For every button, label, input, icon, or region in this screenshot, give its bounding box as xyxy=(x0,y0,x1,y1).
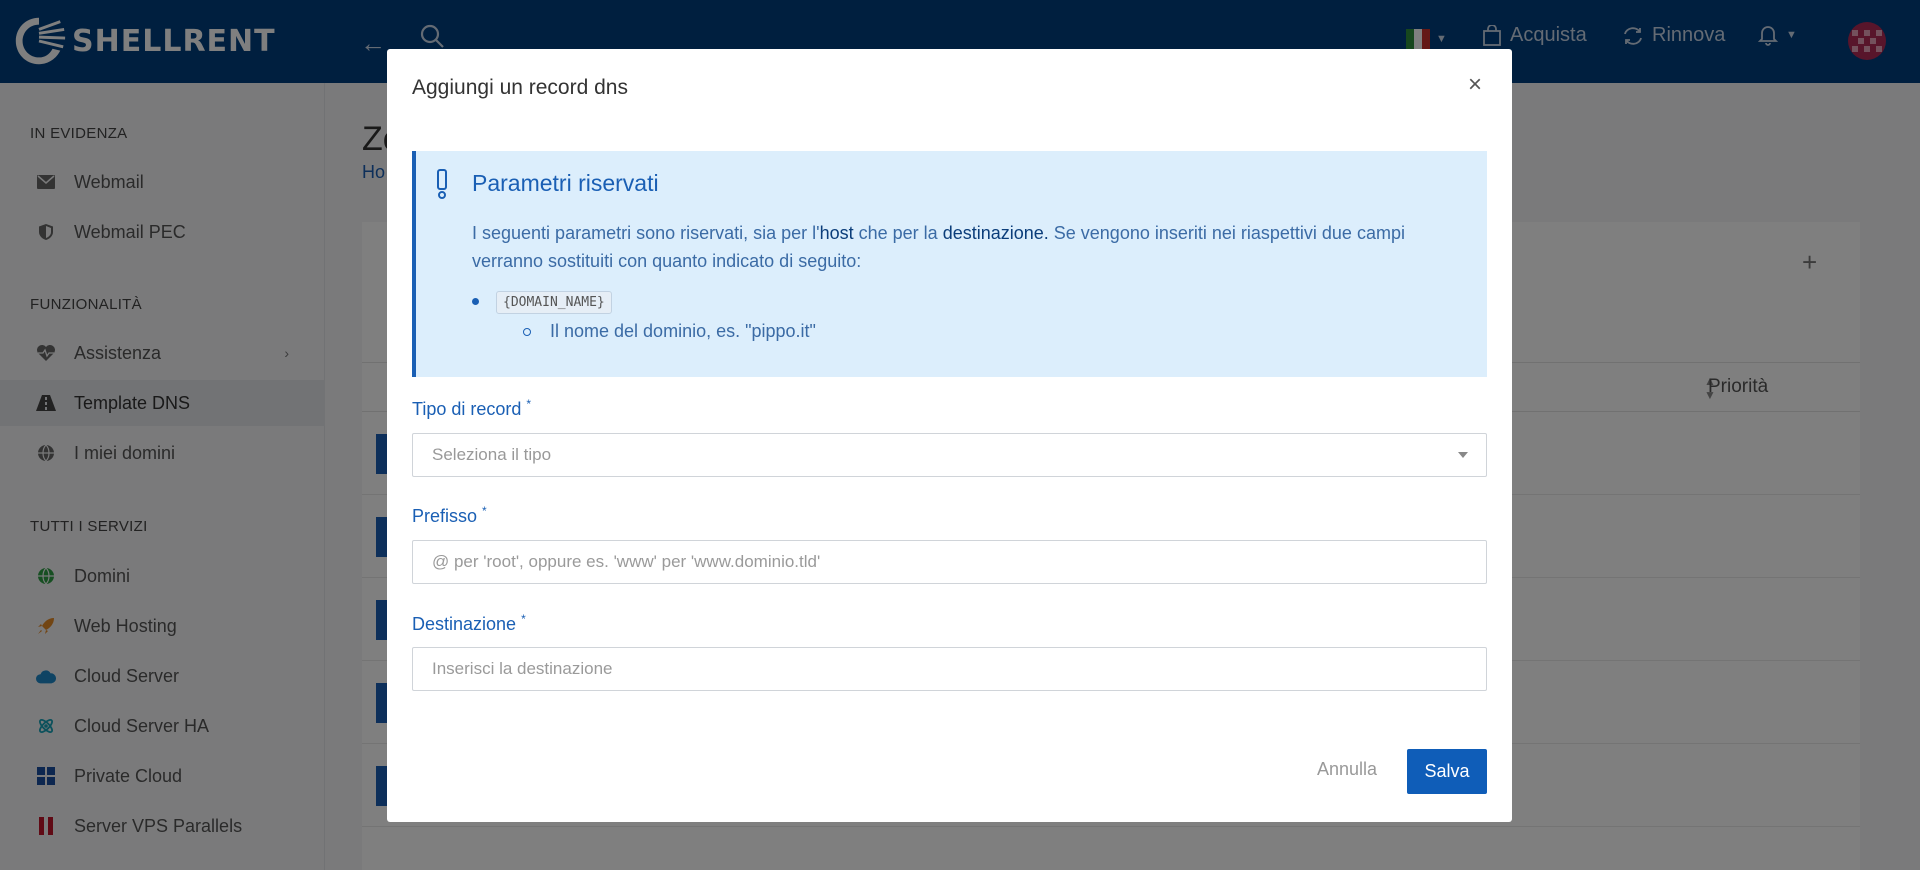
required-mark: * xyxy=(526,397,532,411)
reserved-param-description: Il nome del dominio, es. "pippo.it" xyxy=(550,321,816,341)
destination-field[interactable] xyxy=(412,647,1487,691)
destination-label: Destinazione * xyxy=(412,612,526,635)
alert-title: Parametri riservati xyxy=(472,170,659,196)
label-text: Destinazione xyxy=(412,614,517,634)
add-dns-record-modal: Aggiungi un record dns × Parametri riser… xyxy=(387,49,1512,822)
label-text: Tipo di record xyxy=(412,399,522,419)
caret-down-icon xyxy=(1458,452,1468,458)
record-type-placeholder: Seleziona il tipo xyxy=(432,445,552,464)
modal-title: Aggiungi un record dns xyxy=(412,76,628,99)
required-mark: * xyxy=(521,612,526,626)
required-mark: * xyxy=(482,504,487,518)
alert-text-destination: destinazione. xyxy=(942,223,1049,243)
prefix-field[interactable] xyxy=(412,540,1487,584)
alert-text-part: I seguenti parametri sono riservati, sia… xyxy=(472,223,820,243)
reserved-params-alert: Parametri riservati I seguenti parametri… xyxy=(412,151,1487,377)
prefix-label: Prefisso * xyxy=(412,504,487,527)
cancel-button[interactable]: Annulla xyxy=(1317,759,1377,780)
circle-bullet-icon xyxy=(523,328,531,336)
record-type-label: Tipo di record * xyxy=(412,397,531,420)
alert-text-host: host xyxy=(819,223,854,243)
reserved-param-code: {DOMAIN_NAME} xyxy=(496,291,612,314)
exclamation-icon xyxy=(437,169,447,199)
save-button[interactable]: Salva xyxy=(1407,749,1487,794)
close-icon[interactable]: × xyxy=(1468,71,1482,99)
record-type-select[interactable]: Seleziona il tipo xyxy=(412,433,1487,477)
label-text: Prefisso xyxy=(412,506,478,526)
alert-text: I seguenti parametri sono riservati, sia… xyxy=(472,219,1432,275)
bullet-icon xyxy=(472,298,479,305)
alert-text-part: che per la xyxy=(853,223,943,243)
prefix-input[interactable] xyxy=(413,541,1486,583)
destination-input[interactable] xyxy=(413,648,1486,690)
